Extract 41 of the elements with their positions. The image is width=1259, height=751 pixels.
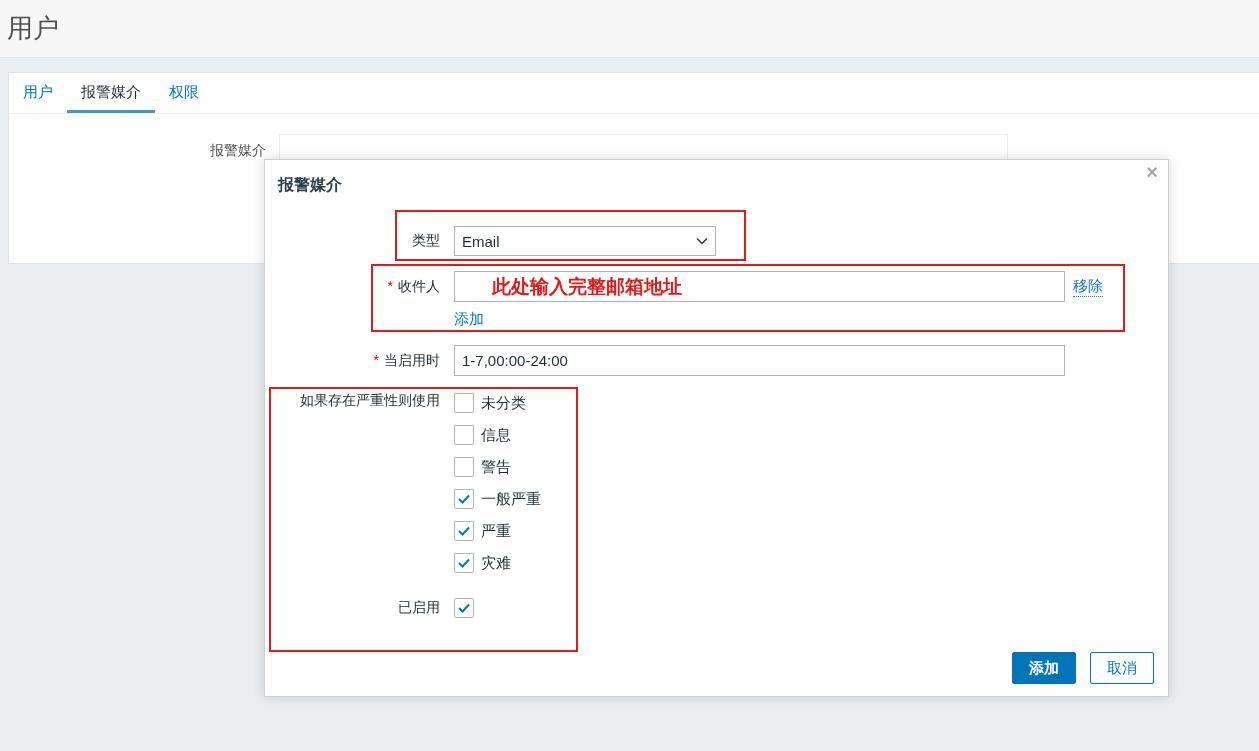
tab[interactable]: 报警媒介 <box>67 73 155 113</box>
checkbox[interactable] <box>454 598 474 618</box>
field-label: 已启用 <box>398 599 440 615</box>
checkbox[interactable] <box>454 489 474 509</box>
field-value: 1-7,00:00-24:00 <box>462 352 568 369</box>
add-link[interactable]: 添加 <box>454 310 484 329</box>
check-icon <box>457 602 471 614</box>
field-label: 如果存在严重性则使用 <box>300 392 440 408</box>
check-icon <box>457 493 471 505</box>
field-label: 当启用时 <box>384 351 440 368</box>
select-value: Email <box>462 232 500 250</box>
checkbox-label: 严重 <box>481 521 511 541</box>
checkbox-label: 灾难 <box>481 553 511 573</box>
checkbox-label: 信息 <box>481 425 511 445</box>
cancel-button[interactable]: 取消 <box>1090 652 1154 684</box>
checkbox-label: 警告 <box>481 457 511 477</box>
caret-icon <box>696 237 708 245</box>
checkbox[interactable] <box>454 521 474 541</box>
check-icon <box>457 557 471 569</box>
required-mark: * <box>373 351 379 368</box>
time-period-field[interactable]: 1-7,00:00-24:00 <box>454 345 1065 376</box>
annotation-text: 此处输入完整邮箱地址 <box>492 274 682 299</box>
recipient-field[interactable]: 此处输入完整邮箱地址 <box>454 271 1065 302</box>
tab[interactable]: 用户 <box>9 73 67 113</box>
remove-link[interactable]: 移除 <box>1073 276 1103 297</box>
checkbox[interactable] <box>454 553 474 573</box>
checkbox-label: 一般严重 <box>481 489 541 509</box>
tab[interactable]: 权限 <box>155 73 213 113</box>
required-mark: * <box>387 277 393 294</box>
checkbox[interactable] <box>454 393 474 413</box>
page-title: 用户 <box>7 12 59 45</box>
field-label: 报警媒介 <box>209 141 266 160</box>
dialog-title: 报警媒介 <box>278 174 342 195</box>
field-label: 收件人 <box>398 277 440 294</box>
checkbox[interactable] <box>454 425 474 445</box>
check-icon <box>457 525 471 537</box>
field-label: 类型 <box>412 232 440 248</box>
checkbox[interactable] <box>454 457 474 477</box>
add-button[interactable]: 添加 <box>1012 652 1076 684</box>
type-select[interactable]: Email <box>454 226 716 256</box>
checkbox-label: 未分类 <box>481 393 526 413</box>
